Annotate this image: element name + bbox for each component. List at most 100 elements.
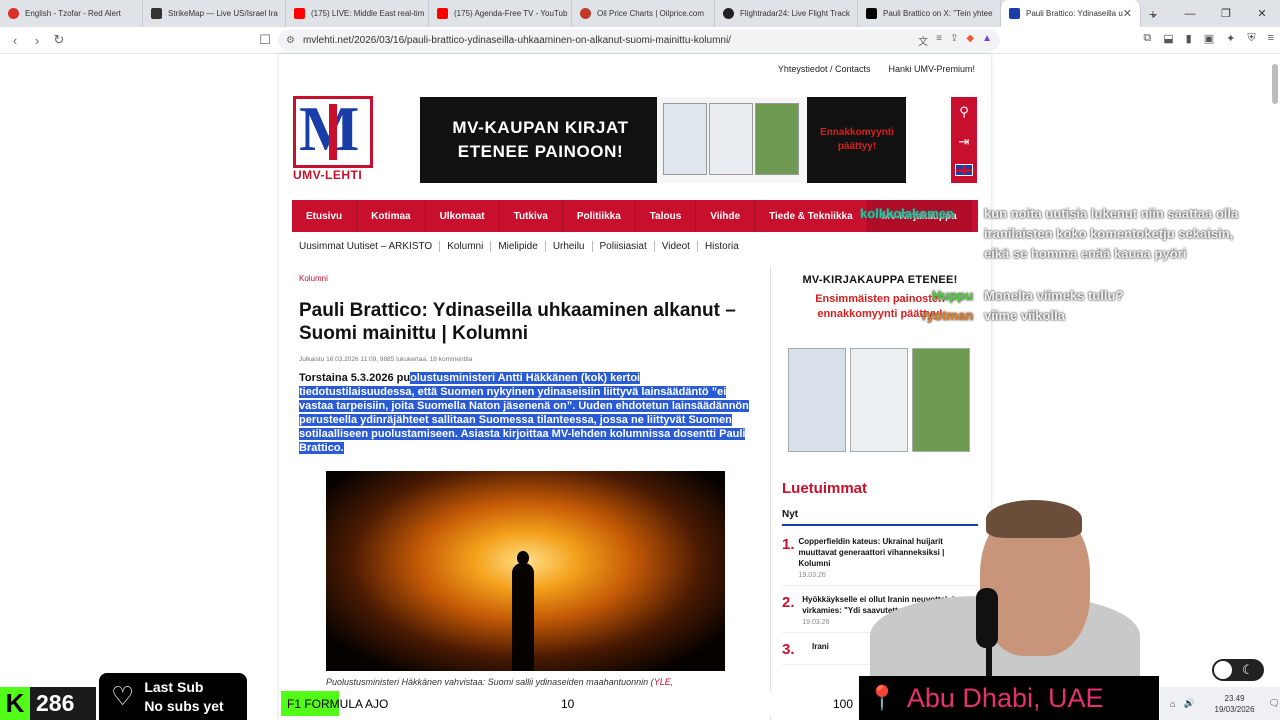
url-text: mvlehti.net/2026/03/16/pauli-brattico-yd… [302, 35, 731, 46]
downloads-icon[interactable]: ⬓ [1163, 32, 1173, 45]
extensions-icon[interactable]: ⧉ [1143, 32, 1151, 45]
book-cover [755, 103, 799, 175]
subnav-kolumni[interactable]: Kolumni [440, 241, 492, 252]
reload-icon[interactable]: ↻ [48, 29, 70, 51]
location-pin-icon: 📍 [867, 684, 897, 712]
nav-kotimaa[interactable]: Kotimaa [357, 200, 426, 232]
tzofar-favicon-icon [8, 8, 19, 19]
translate-icon[interactable]: 文 [918, 33, 928, 48]
close-tab-icon[interactable]: ✕ [1123, 7, 1132, 20]
window-controls: ⌄ — ❐ ✕ [1136, 0, 1280, 27]
bookmark-icon[interactable]: ☐ [254, 29, 276, 51]
ticker-goal: 100 [832, 696, 853, 711]
tab-youtube-live[interactable]: (175) LIVE: Middle East real-tim [286, 0, 429, 27]
english-flag-icon[interactable] [955, 164, 973, 176]
sidebar-divider [770, 266, 771, 720]
back-icon[interactable]: ‹ [4, 29, 26, 51]
nav-viihde[interactable]: Viihde [696, 200, 756, 232]
tab-agenda-free-tv[interactable]: (175) Agenda-Free TV - YouTub [429, 0, 572, 27]
close-window-icon[interactable]: ✕ [1244, 0, 1280, 27]
chat-username: Huppu [932, 288, 974, 303]
subnav-urheilu[interactable]: Urheilu [546, 241, 593, 252]
promo-title: MV-KIRJAKAUPPA ETENEE! [802, 274, 958, 286]
taskbar-clock[interactable]: 23.49 19/03/2026 [1215, 693, 1255, 715]
caption-source-link[interactable]: YLE, [654, 677, 674, 687]
chat-username: ryotman [922, 308, 974, 323]
ticker-current: 10 [561, 696, 575, 711]
strikemap-favicon-icon [151, 8, 162, 19]
sub-navigation: Uusimmat Uutiset – ARKISTO Kolumni Mieli… [299, 241, 746, 252]
tab-search-icon[interactable]: ⌄ [1136, 0, 1172, 27]
bookstore-banner[interactable]: MV-KAUPAN KIRJAT ETENEE PAINOON! Ennakko… [420, 97, 906, 183]
maximize-icon[interactable]: ❐ [1208, 0, 1244, 27]
site-logo[interactable]: M UMV-LEHTI [293, 96, 375, 184]
logo-red-bar [329, 104, 337, 160]
search-icon[interactable]: ⚲ [959, 104, 969, 120]
tab-x-brattico[interactable]: Pauli Brattico on X: "Tein yhtee [858, 0, 1001, 27]
wallet-icon[interactable]: ▣ [1204, 32, 1214, 45]
network-icon[interactable]: ⌂ [1170, 699, 1175, 709]
last-sub-widget: ♡ Last Sub No subs yet [99, 673, 247, 720]
subnav-poliisiasiat[interactable]: Poliisiasiat [593, 241, 655, 252]
oilprice-favicon-icon [580, 8, 591, 19]
list-number: 2. [782, 594, 795, 611]
book-cover [663, 103, 707, 175]
reader-mode-icon[interactable]: ≡ [936, 33, 942, 48]
subnav-videot[interactable]: Videot [655, 241, 698, 252]
tab-mvlehti-active[interactable]: Pauli Brattico: Ydinaseilla u ✕ [1001, 0, 1141, 27]
theme-toggle[interactable]: ☾ [1212, 659, 1264, 681]
site-info-icon[interactable]: ⚙ [286, 35, 295, 46]
book-cover [912, 348, 970, 452]
stream-bottom-bar: K 286 ♡ Last Sub No subs yet F1 FORMULA … [0, 673, 1280, 720]
header-action-buttons: ⚲ ⇥ [951, 97, 977, 183]
tab-oilprice[interactable]: Oil Price Charts | Oilprice.com [572, 0, 715, 27]
nav-etusivu[interactable]: Etusivu [292, 200, 358, 232]
mvlehti-favicon-icon [1009, 8, 1020, 19]
brave-rewards-icon[interactable]: ▲ [982, 33, 992, 48]
premium-link[interactable]: Hanki UMV-Premium! [888, 64, 975, 74]
list-number: 1. [782, 536, 795, 553]
notification-icon[interactable]: 🗨 [1269, 698, 1280, 709]
login-icon[interactable]: ⇥ [959, 134, 970, 150]
banner-presale-text: Ennakkomyynti päättyy! [820, 127, 894, 152]
volume-icon[interactable]: 🔊 [1183, 698, 1194, 709]
tab-tzofar[interactable]: English - Tzofar - Red Alert [0, 0, 143, 27]
streamer-hair [986, 500, 1082, 538]
nav-talous[interactable]: Talous [636, 200, 697, 232]
contacts-link[interactable]: Yhteystiedot / Contacts [778, 64, 871, 74]
tab-strikemap[interactable]: StrikeMap — Live US/Israel Ira [143, 0, 286, 27]
heart-icon: ♡ [111, 681, 135, 711]
page-scrollbar[interactable] [1272, 64, 1278, 104]
subnav-mielipide[interactable]: Mielipide [491, 241, 546, 252]
leo-ai-icon[interactable]: ✦ [1226, 32, 1235, 45]
flightradar-favicon-icon [723, 8, 734, 19]
menu-icon[interactable]: ≡ [1268, 32, 1274, 45]
silhouette-figure [512, 563, 534, 671]
image-caption: Puolustusministeri Häkkänen vahvistaa: S… [326, 677, 674, 687]
banner-books-image [657, 97, 807, 183]
tab-flightradar[interactable]: Flightradar24: Live Flight Track [715, 0, 858, 27]
subnav-arkisto[interactable]: Uusimmat Uutiset – ARKISTO [299, 241, 441, 252]
promo-books-image [788, 348, 974, 458]
microphone [976, 588, 998, 648]
forward-icon[interactable]: › [26, 29, 48, 51]
book-cover [850, 348, 908, 452]
list-number: 3. [782, 641, 795, 658]
nav-politiikka[interactable]: Politiikka [563, 200, 636, 232]
kick-logo-icon: K [0, 687, 30, 720]
book-cover [709, 103, 753, 175]
minimize-icon[interactable]: — [1172, 0, 1208, 27]
brave-shields-icon[interactable]: ◆ [966, 33, 974, 48]
lead-unselected-text: Torstaina 5.3.2026 pu [299, 372, 411, 384]
nav-tiede-tekniikka[interactable]: Tiede & Tekniikka [755, 200, 868, 232]
nav-ulkomaat[interactable]: Ulkomaat [426, 200, 500, 232]
subnav-historia[interactable]: Historia [698, 241, 746, 252]
nav-tutkiva[interactable]: Tutkiva [500, 200, 563, 232]
article-category[interactable]: Kolumni [299, 274, 755, 283]
chat-username: kolkkolakomen [860, 206, 954, 221]
share-icon[interactable]: ⇪ [950, 33, 958, 48]
vpn-icon[interactable]: ⛨ [1247, 32, 1255, 45]
address-bar[interactable]: ⚙ mvlehti.net/2026/03/16/pauli-brattico-… [278, 30, 1000, 51]
browser-toolbar: ‹ › ↻ ☐ ⚙ mvlehti.net/2026/03/16/pauli-b… [0, 27, 1280, 54]
sidebar-toggle-icon[interactable]: ▮ [1186, 32, 1192, 45]
